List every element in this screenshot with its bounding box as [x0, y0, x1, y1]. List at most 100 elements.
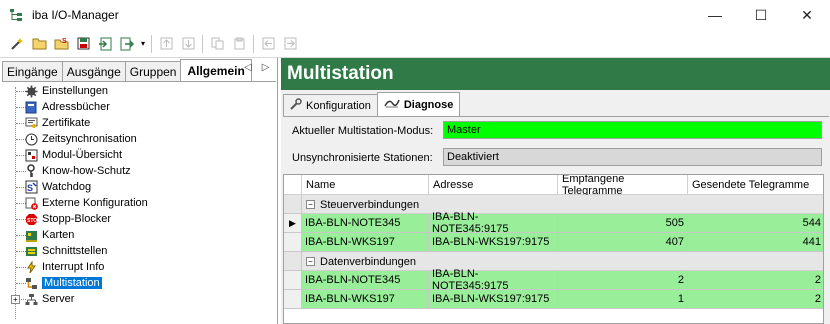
tree-item-modul-übersicht[interactable]: Modul-Übersicht: [24, 147, 122, 163]
tree-item-label: Stopp-Blocker: [42, 213, 112, 225]
import-icon[interactable]: [94, 33, 116, 55]
page-title: Multistation: [281, 58, 830, 90]
config-icon: [290, 98, 302, 113]
tab-konfiguration[interactable]: Konfiguration: [283, 94, 378, 116]
tree-item-externe-konfiguration[interactable]: Externe Konfiguration: [24, 195, 148, 211]
tree-item-zeitsynchronisation[interactable]: Zeitsynchronisation: [24, 131, 137, 147]
paste-icon: [228, 33, 250, 55]
tree-item-server[interactable]: Server: [24, 291, 74, 307]
cell-name[interactable]: IBA-BLN-NOTE345: [302, 214, 429, 233]
cell-address[interactable]: IBA-BLN-NOTE345:9175: [429, 211, 558, 235]
cell-received[interactable]: 2: [558, 271, 688, 290]
group-label: Steuerverbindungen: [320, 198, 420, 211]
group-header: − Steuerverbindungen: [306, 195, 419, 214]
save-disk-icon[interactable]: [72, 33, 94, 55]
tab-prev-icon[interactable]: ◁: [244, 62, 252, 73]
tree-item-label: Zertifikate: [42, 117, 91, 129]
cell-received[interactable]: 1: [558, 290, 688, 309]
module-icon: [24, 148, 38, 162]
maximize-button[interactable]: ☐: [738, 0, 784, 30]
group-row[interactable]: − Datenverbindungen: [284, 252, 823, 271]
tree-item-adressbücher[interactable]: Adressbücher: [24, 99, 110, 115]
tree-item-label: Adressbücher: [42, 101, 110, 113]
cell-address[interactable]: IBA-BLN-WKS197:9175: [429, 290, 558, 309]
open-folder-icon[interactable]: [28, 33, 50, 55]
table-row[interactable]: ▶ IBA-BLN-NOTE345 IBA-BLN-NOTE345:9175 505 5…: [284, 211, 823, 235]
copy-icon: [206, 33, 228, 55]
tab-next-icon[interactable]: ▷: [262, 62, 270, 73]
cell-address[interactable]: IBA-BLN-NOTE345:9175: [429, 268, 558, 292]
tree-item-watchdog[interactable]: S Watchdog: [24, 179, 91, 195]
close-button[interactable]: ✕: [784, 0, 830, 30]
cell-received[interactable]: 407: [558, 233, 688, 252]
table-row[interactable]: IBA-BLN-WKS197 IBA-BLN-WKS197:9175 1 2: [284, 290, 823, 309]
tree-item-interrupt-info[interactable]: Interrupt Info: [24, 259, 104, 275]
book-icon: [24, 100, 38, 114]
cell-address[interactable]: IBA-BLN-WKS197:9175: [429, 233, 558, 252]
move-up-icon: [155, 33, 177, 55]
export-icon[interactable]: [116, 33, 138, 55]
new-wand-icon[interactable]: [6, 33, 28, 55]
toolbar: S ▾: [0, 30, 830, 57]
table-row[interactable]: IBA-BLN-WKS197 IBA-BLN-WKS197:9175 407 441: [284, 233, 823, 252]
tree-item-label: Einstellungen: [42, 85, 109, 97]
cell-name[interactable]: IBA-BLN-WKS197: [302, 290, 429, 309]
tab-ausgaenge[interactable]: Ausgänge: [61, 61, 126, 81]
group-row[interactable]: − Steuerverbindungen: [284, 195, 823, 214]
column-header-sent[interactable]: Gesendete Telegramme: [688, 175, 823, 195]
interrupt-icon: [24, 260, 38, 274]
tree-item-stopp-blocker[interactable]: STOP Stopp-Blocker: [24, 211, 111, 227]
content-tabstrip: Konfiguration Diagnose: [283, 92, 461, 116]
left-tabstrip: Eingänge Ausgänge Gruppen Allgemein: [2, 59, 252, 81]
tab-eingaenge[interactable]: Eingänge: [2, 61, 63, 81]
tab-gruppen[interactable]: Gruppen: [124, 61, 182, 81]
tab-allgemein[interactable]: Allgemein: [180, 59, 252, 81]
expand-toggle[interactable]: +: [11, 295, 20, 304]
svg-text:S: S: [62, 38, 67, 45]
cell-name[interactable]: IBA-BLN-NOTE345: [302, 271, 429, 290]
row-header[interactable]: [284, 233, 302, 252]
cell-sent[interactable]: 2: [688, 290, 823, 309]
cell-received[interactable]: 505: [558, 214, 688, 233]
clock-icon: [24, 132, 38, 146]
navigation-pane: Eingänge Ausgänge Gruppen Allgemein ◁ ▷ …: [0, 58, 278, 324]
move-down-icon: [177, 33, 199, 55]
tree-item-label: Zeitsynchronisation: [42, 133, 137, 145]
open-sfolder-icon[interactable]: S: [50, 33, 72, 55]
tree-item-zertifikate[interactable]: Zertifikate: [24, 115, 90, 131]
tree-item-label: Interrupt Info: [42, 261, 105, 273]
connections-grid[interactable]: Name Adresse Empfangene Telegramme Gesen…: [283, 174, 824, 324]
column-header-received[interactable]: Empfangene Telegramme: [558, 175, 688, 197]
card-icon: [24, 228, 38, 242]
column-header-address[interactable]: Adresse: [429, 175, 558, 195]
table-row[interactable]: IBA-BLN-NOTE345 IBA-BLN-NOTE345:9175 2 2: [284, 268, 823, 292]
unsync-value: Deaktiviert: [443, 148, 822, 166]
dropdown-arrow-icon[interactable]: ▾: [138, 33, 148, 55]
tree-item-know-how-schutz[interactable]: Know-how-Schutz: [24, 163, 131, 179]
collapse-toggle[interactable]: −: [306, 257, 315, 266]
tree-item-label: Server: [42, 293, 75, 305]
cell-sent[interactable]: 2: [688, 271, 823, 290]
unsync-label: Unsynchronisierte Stationen:: [292, 152, 433, 164]
tree-item-schnittstellen[interactable]: Schnittstellen: [24, 243, 107, 259]
window-title: iba I/O-Manager: [32, 8, 119, 22]
row-header[interactable]: [284, 195, 302, 214]
tree-item-label: Watchdog: [42, 181, 92, 193]
row-header[interactable]: [284, 271, 302, 290]
tab-diagnose[interactable]: Diagnose: [376, 92, 461, 116]
tree-item-karten[interactable]: Karten: [24, 227, 74, 243]
current-row-pointer-icon[interactable]: ▶: [284, 214, 302, 233]
cell-sent[interactable]: 441: [688, 233, 823, 252]
tree-item-multistation[interactable]: Multistation: [24, 275, 102, 291]
app-tree-icon: [9, 8, 23, 22]
server-icon: [24, 292, 38, 306]
cell-name[interactable]: IBA-BLN-WKS197: [302, 233, 429, 252]
interface-icon: [24, 244, 38, 258]
tree-item-einstellungen[interactable]: Einstellungen: [24, 83, 108, 99]
cell-sent[interactable]: 544: [688, 214, 823, 233]
minimize-button[interactable]: —: [692, 0, 738, 30]
collapse-toggle[interactable]: −: [306, 200, 315, 209]
row-header[interactable]: [284, 290, 302, 309]
row-header[interactable]: [284, 252, 302, 271]
column-header-name[interactable]: Name: [302, 175, 429, 195]
